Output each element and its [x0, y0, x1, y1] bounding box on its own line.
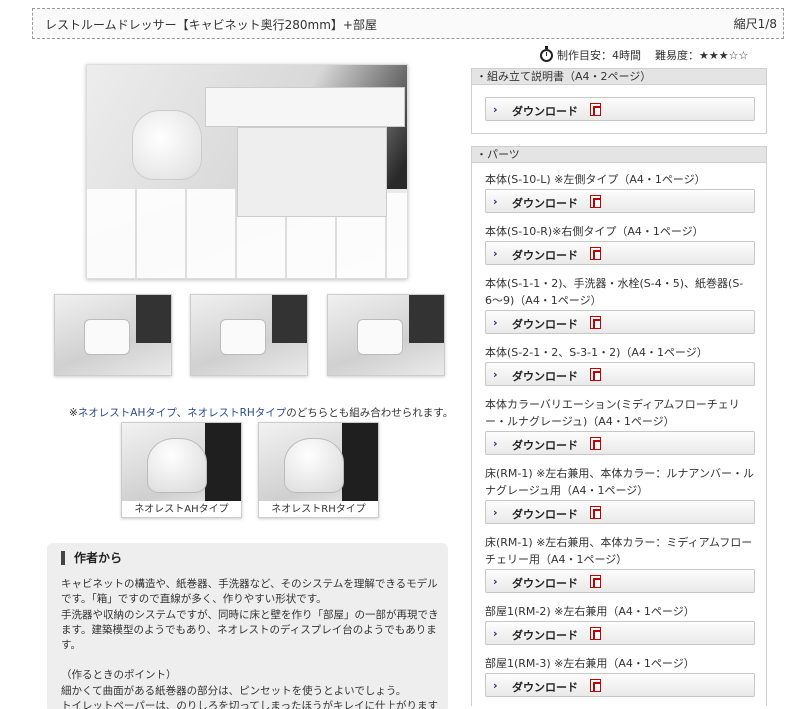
- stopwatch-icon: [540, 45, 553, 62]
- pdf-icon: [590, 195, 601, 208]
- variant-ah-caption: ネオレストAHタイプ: [134, 504, 229, 515]
- pdf-icon: [590, 627, 601, 640]
- download-button-part-6[interactable]: › ダウンロード: [485, 500, 755, 524]
- scale-label: 縮尺1/8: [733, 17, 777, 31]
- title-bar: レストルームドレッサー【キャビネット奥行280mm】+部屋 縮尺1/8: [32, 8, 784, 39]
- pdf-icon: [590, 247, 601, 260]
- pdf-icon: [590, 368, 601, 381]
- chevron-right-icon: ›: [493, 679, 498, 692]
- download-button-assembly[interactable]: › ダウンロード: [485, 97, 755, 121]
- variant-neorest-rh[interactable]: ネオレストRHタイプ: [258, 422, 379, 518]
- chevron-right-icon: ›: [493, 437, 498, 450]
- page-title: レストルームドレッサー【キャビネット奥行280mm】+部屋: [45, 18, 377, 32]
- thumbnail-photo-1[interactable]: [54, 294, 172, 376]
- variant-rh-photo: [259, 423, 378, 501]
- link-neorest-rh[interactable]: ネオレストRHタイプ: [187, 407, 286, 419]
- author-comment-box: 作者から キャビネットの構造や、紙巻器、手洗器など、そのシステムを理解できるモデ…: [47, 543, 448, 709]
- part-label-4: 本体(S-2-1・2、S-3-1・2)（A4・1ページ）: [485, 346, 708, 359]
- part-label-7: 床(RM-1) ※左右兼用、本体カラー：ミディアムフローチェリー用（A4・1ペー…: [485, 536, 753, 566]
- chevron-right-icon: ›: [493, 506, 498, 519]
- part-label-5: 本体カラーバリエーション(ミディアムフローチェリー・ルナグレージュ)（A4・1ペ…: [485, 398, 740, 428]
- pdf-icon: [590, 437, 601, 450]
- photo-counter: [205, 87, 405, 127]
- pdf-icon: [590, 103, 601, 116]
- download-button-part-3[interactable]: › ダウンロード: [485, 310, 755, 334]
- chevron-right-icon: ›: [493, 627, 498, 640]
- chevron-right-icon: ›: [493, 368, 498, 381]
- photo-toilet: [132, 110, 202, 180]
- part-label-2: 本体(S-10-R)※右側タイプ（A4・1ページ）: [485, 225, 704, 238]
- download-button-part-2[interactable]: › ダウンロード: [485, 241, 755, 265]
- main-photo[interactable]: [86, 64, 408, 279]
- part-label-9: 部屋1(RM-3) ※左右兼用（A4・1ページ）: [485, 657, 695, 670]
- author-heading: 作者から: [61, 551, 122, 565]
- download-button-part-7[interactable]: › ダウンロード: [485, 569, 755, 593]
- link-neorest-ah[interactable]: ネオレストAHタイプ: [78, 407, 177, 419]
- part-label-6: 床(RM-1) ※左右兼用、本体カラー：ルナアンバー・ルナグレージュ用（A4・1…: [485, 467, 754, 497]
- chevron-right-icon: ›: [493, 316, 498, 329]
- chevron-right-icon: ›: [493, 575, 498, 588]
- download-button-part-5[interactable]: › ダウンロード: [485, 431, 755, 455]
- parts-heading: ・パーツ: [472, 147, 766, 163]
- part-label-1: 本体(S-10-L) ※左側タイプ（A4・1ページ）: [485, 173, 706, 186]
- thumbnail-photo-3[interactable]: [327, 294, 445, 376]
- chevron-right-icon: ›: [493, 247, 498, 260]
- photo-cabinet: [237, 127, 387, 217]
- variant-neorest-ah[interactable]: ネオレストAHタイプ: [121, 422, 242, 518]
- parts-section: ・パーツ 本体(S-10-L) ※左側タイプ（A4・1ページ） › ダウンロード…: [471, 146, 767, 706]
- pdf-icon: [590, 506, 601, 519]
- production-time: 制作目安：4時間: [557, 49, 641, 62]
- assembly-heading: ・組み立て説明書（A4・2ページ）: [472, 69, 766, 85]
- pdf-icon: [590, 316, 601, 329]
- download-button-part-1[interactable]: › ダウンロード: [485, 189, 755, 213]
- meta-line: 制作目安：4時間 難易度：★★★☆☆: [540, 45, 780, 63]
- chevron-right-icon: ›: [493, 195, 498, 208]
- author-body: キャビネットの構造や、紙巻器、手洗器など、そのシステムを理解できるモデル です。…: [61, 578, 439, 709]
- assembly-section: ・組み立て説明書（A4・2ページ） › ダウンロード: [471, 68, 767, 134]
- download-button-part-9[interactable]: › ダウンロード: [485, 673, 755, 697]
- pdf-icon: [590, 575, 601, 588]
- variant-rh-caption: ネオレストRHタイプ: [271, 504, 366, 515]
- variant-ah-photo: [122, 423, 241, 501]
- download-button-part-4[interactable]: › ダウンロード: [485, 362, 755, 386]
- difficulty-rating: 難易度：★★★☆☆: [655, 49, 749, 62]
- pdf-icon: [590, 679, 601, 692]
- download-button-part-8[interactable]: › ダウンロード: [485, 621, 755, 645]
- compatibility-note: ※ネオレストAHタイプ、ネオレストRHタイプのどちらとも組み合わせられます。: [69, 407, 454, 419]
- thumbnail-photo-2[interactable]: [190, 294, 308, 376]
- part-label-3: 本体(S-1-1・2)、手洗器・水栓(S-4・5)、紙巻器(S-6〜9)（A4・…: [485, 277, 744, 307]
- chevron-right-icon: ›: [493, 103, 498, 116]
- part-label-8: 部屋1(RM-2) ※左右兼用（A4・1ページ）: [485, 605, 695, 618]
